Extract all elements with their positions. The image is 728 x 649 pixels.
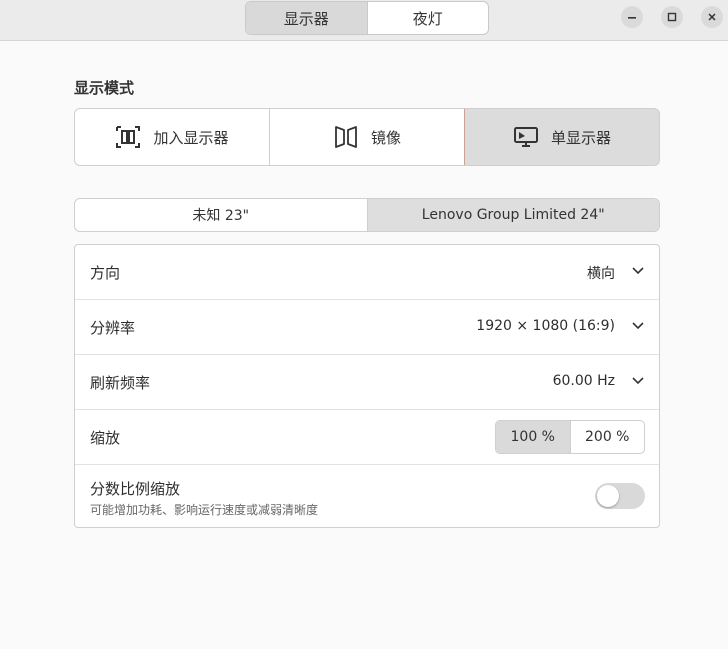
chevron-down-icon [632, 322, 644, 330]
minimize-button[interactable] [621, 6, 643, 28]
mode-join-displays[interactable]: 加入显示器 [75, 109, 269, 165]
scale-label: 缩放 [90, 429, 121, 447]
close-icon [708, 13, 716, 21]
monitor-selector: 未知 23" Lenovo Group Limited 24" [74, 198, 660, 232]
mode-single-display[interactable]: 单显示器 [464, 109, 659, 165]
single-display-icon [513, 127, 538, 147]
tab-displays[interactable]: 显示器 [246, 2, 367, 34]
maximize-button[interactable] [661, 6, 683, 28]
mode-label: 单显示器 [550, 128, 611, 147]
scale-100-button[interactable]: 100 % [496, 421, 570, 453]
scale-row: 缩放 100 % 200 % [75, 410, 659, 465]
close-button[interactable] [701, 6, 723, 28]
display-settings-list: 方向 横向 分辨率 1920 × 1080 (16:9) 刷新频率 60.00 … [74, 244, 660, 528]
mode-label: 镜像 [370, 128, 401, 147]
display-mode-title: 显示模式 [74, 79, 135, 97]
chevron-down-icon [632, 267, 644, 275]
orientation-value: 横向 [587, 266, 615, 282]
refresh-rate-row[interactable]: 刷新频率 60.00 Hz [75, 355, 659, 410]
mirror-icon [335, 126, 357, 148]
fractional-scaling-switch[interactable] [595, 483, 645, 509]
resolution-label: 分辨率 [90, 319, 136, 337]
refresh-rate-value: 60.00 Hz [552, 373, 615, 389]
monitor-tab-lenovo[interactable]: Lenovo Group Limited 24" [366, 199, 659, 231]
tab-night-light[interactable]: 夜灯 [366, 2, 489, 34]
view-switcher: 显示器 夜灯 [245, 1, 489, 35]
scale-200-button[interactable]: 200 % [569, 421, 645, 453]
orientation-label: 方向 [90, 264, 121, 282]
refresh-rate-label: 刷新频率 [90, 374, 151, 392]
resolution-row[interactable]: 分辨率 1920 × 1080 (16:9) [75, 300, 659, 355]
fractional-scaling-description: 可能增加功耗、影响运行速度或减弱清晰度 [90, 503, 319, 517]
minimize-icon [628, 17, 636, 19]
header-bar: 显示器 夜灯 [0, 0, 728, 41]
mode-mirror[interactable]: 镜像 [269, 109, 464, 165]
maximize-icon [667, 12, 677, 22]
resolution-value: 1920 × 1080 (16:9) [476, 318, 615, 334]
fractional-scaling-row: 分数比例缩放 可能增加功耗、影响运行速度或减弱清晰度 [75, 465, 659, 527]
chevron-down-icon [632, 377, 644, 385]
join-displays-icon [116, 126, 141, 148]
switch-knob [597, 485, 619, 507]
mode-label: 加入显示器 [153, 128, 229, 147]
orientation-row[interactable]: 方向 横向 [75, 245, 659, 300]
display-mode-selector: 加入显示器 镜像 单显示器 [74, 108, 660, 166]
monitor-tab-unknown[interactable]: 未知 23" [75, 199, 367, 231]
scale-toggle-group: 100 % 200 % [495, 420, 645, 454]
fractional-scaling-label: 分数比例缩放 [90, 480, 181, 498]
